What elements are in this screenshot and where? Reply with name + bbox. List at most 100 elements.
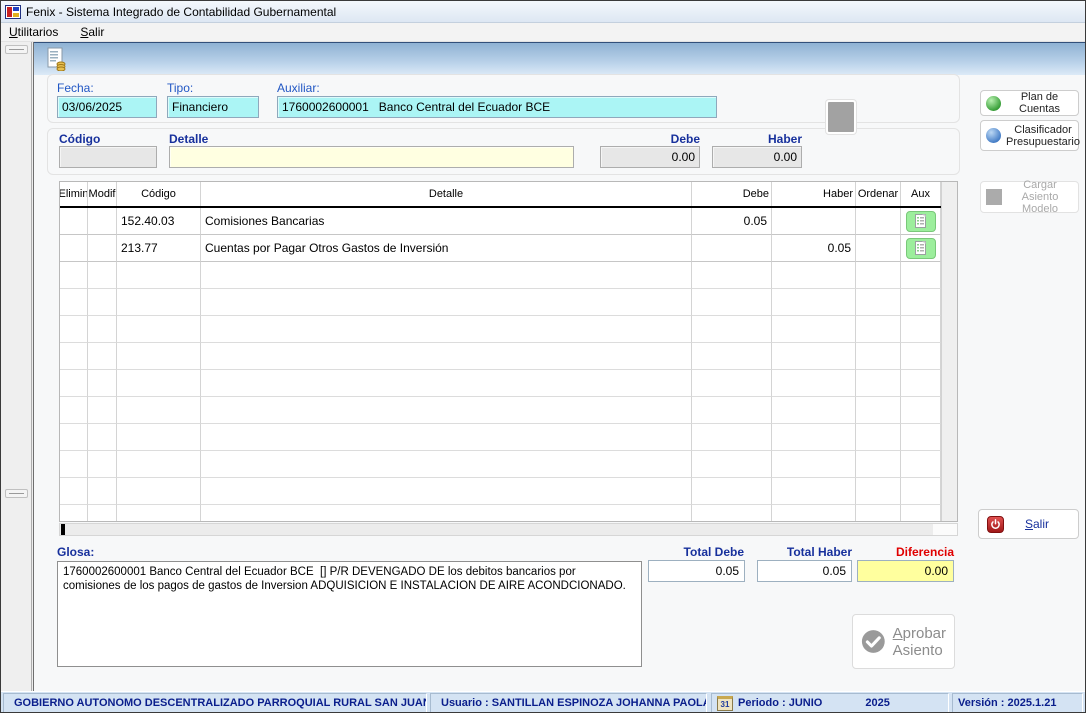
status-entity: GOBIERNO AUTONOMO DESCENTRALIZADO PARROQ… <box>3 693 427 713</box>
diferencia-value: 0.00 <box>857 560 954 582</box>
clasificador-presupuestario-button[interactable]: ClasificadorPresupuestario <box>980 120 1079 151</box>
status-period: 31 Periodo : JUNIO 2025 <box>711 693 949 713</box>
table-empty-row <box>60 343 941 370</box>
table-empty-row <box>60 316 941 343</box>
codigo-label: Código <box>59 132 100 146</box>
app-window: Fenix - Sistema Integrado de Contabilida… <box>0 0 1086 713</box>
plan-de-cuentas-button[interactable]: Plan de Cuentas <box>980 90 1079 116</box>
cell-aux <box>901 208 941 235</box>
cell-ordenar[interactable] <box>856 235 901 262</box>
vertical-scrollbar[interactable] <box>941 182 957 521</box>
cargar-asiento-modelo-button[interactable]: Cargar AsientoModelo <box>980 181 1079 213</box>
th-codigo[interactable]: Código <box>117 182 201 206</box>
cargar-asiento-label: Cargar AsientoModelo <box>1007 179 1073 215</box>
menu-item-salir[interactable]: Salir <box>80 25 104 39</box>
th-detalle[interactable]: Detalle <box>201 182 692 206</box>
cell-codigo: 213.77 <box>117 235 201 262</box>
th-aux[interactable]: Aux <box>901 182 941 206</box>
th-modif[interactable]: Modif <box>88 182 117 206</box>
salir-label: Salir <box>1004 517 1070 531</box>
total-debe-value: 0.05 <box>648 560 745 582</box>
scrollbar-endcap <box>933 524 957 535</box>
cell-codigo: 152.40.03 <box>117 208 201 235</box>
table-header-row: Elimin Modif Código Detalle Debe Haber O… <box>60 182 941 208</box>
aprobar-asiento-button[interactable]: AprobarAsiento <box>852 614 955 669</box>
menu-item-utilitarios[interactable]: Utilitarios <box>9 25 58 39</box>
th-elimin[interactable]: Elimin <box>60 182 88 206</box>
statusbar: GOBIERNO AUTONOMO DESCENTRALIZADO PARROQ… <box>1 691 1085 713</box>
scrollbar-marker[interactable] <box>61 524 65 535</box>
total-debe-label: Total Debe <box>649 545 744 559</box>
aux-button[interactable] <box>906 238 936 259</box>
power-icon <box>987 516 1004 533</box>
status-period-year: 2025 <box>865 697 889 709</box>
detalle-input[interactable] <box>169 146 574 168</box>
th-ordenar[interactable]: Ordenar <box>856 182 901 206</box>
toolbar <box>34 42 1086 75</box>
horizontal-scrollbar[interactable] <box>59 523 958 536</box>
panel-grip-top[interactable] <box>5 45 28 54</box>
titlebar: Fenix - Sistema Integrado de Contabilida… <box>1 1 1085 23</box>
clasificador-label: ClasificadorPresupuestario <box>1006 124 1080 148</box>
app-icon <box>5 5 21 19</box>
auxiliar-label: Auxiliar: <box>277 81 320 95</box>
tipo-field[interactable]: Financiero <box>167 96 259 118</box>
table-empty-row <box>60 478 941 505</box>
detalle-label: Detalle <box>169 132 208 146</box>
document-icon <box>915 214 926 228</box>
cell-modif[interactable] <box>88 208 117 235</box>
glosa-label: Glosa: <box>57 545 94 559</box>
glosa-textarea[interactable]: 1760002600001 Banco Central del Ecuador … <box>57 561 642 667</box>
plan-de-cuentas-label: Plan de Cuentas <box>1006 91 1073 115</box>
aprobar-asiento-label: AprobarAsiento <box>893 625 946 659</box>
journal-entry-icon[interactable] <box>46 47 68 71</box>
cell-aux <box>901 235 941 262</box>
green-sphere-icon <box>986 96 1001 111</box>
salir-button[interactable]: Salir <box>978 509 1079 539</box>
aux-button[interactable] <box>906 211 936 232</box>
debe-input[interactable]: 0.00 <box>600 146 700 168</box>
table-empty-row <box>60 397 941 424</box>
cell-elimin[interactable] <box>60 235 88 262</box>
th-debe[interactable]: Debe <box>692 182 772 206</box>
table-empty-row <box>60 424 941 451</box>
cell-elimin[interactable] <box>60 208 88 235</box>
haber-label: Haber <box>747 132 802 146</box>
cell-haber: 0.05 <box>772 235 856 262</box>
calendar-icon: 31 <box>717 696 733 711</box>
debe-label: Debe <box>635 132 700 146</box>
table-empty-row <box>60 370 941 397</box>
table-row[interactable]: 152.40.03 Comisiones Bancarias 0.05 <box>60 208 941 235</box>
cell-debe <box>692 235 772 262</box>
diferencia-label: Diferencia <box>862 545 954 559</box>
auxiliar-field[interactable]: 1760002600001 Banco Central del Ecuador … <box>277 96 717 118</box>
table-empty-row <box>60 505 941 522</box>
cell-ordenar[interactable] <box>856 208 901 235</box>
fecha-field[interactable]: 03/06/2025 <box>57 96 157 118</box>
cell-debe: 0.05 <box>692 208 772 235</box>
table-empty-rows <box>60 262 941 522</box>
entries-table: Elimin Modif Código Detalle Debe Haber O… <box>59 181 958 522</box>
document-icon <box>915 241 926 255</box>
tipo-label: Tipo: <box>167 81 193 95</box>
codigo-input[interactable] <box>59 146 157 168</box>
total-haber-value: 0.05 <box>757 560 852 582</box>
haber-input[interactable]: 0.00 <box>712 146 802 168</box>
table-empty-row <box>60 289 941 316</box>
table-empty-row <box>60 262 941 289</box>
cell-haber <box>772 208 856 235</box>
status-user: Usuario : SANTILLAN ESPINOZA JOHANNA PAO… <box>430 693 707 713</box>
gray-square-icon <box>986 189 1002 205</box>
check-icon <box>861 628 886 655</box>
table-row[interactable]: 213.77 Cuentas por Pagar Otros Gastos de… <box>60 235 941 262</box>
th-haber[interactable]: Haber <box>772 182 856 206</box>
total-haber-label: Total Haber <box>759 545 852 559</box>
panel-grip-middle[interactable] <box>5 489 28 498</box>
cell-detalle: Cuentas por Pagar Otros Gastos de Invers… <box>201 235 692 262</box>
cell-detalle: Comisiones Bancarias <box>201 208 692 235</box>
left-panel <box>1 42 32 713</box>
square-button[interactable] <box>826 100 856 134</box>
cell-modif[interactable] <box>88 235 117 262</box>
status-version: Versión : 2025.1.21 <box>952 693 1083 713</box>
window-title: Fenix - Sistema Integrado de Contabilida… <box>26 5 336 19</box>
